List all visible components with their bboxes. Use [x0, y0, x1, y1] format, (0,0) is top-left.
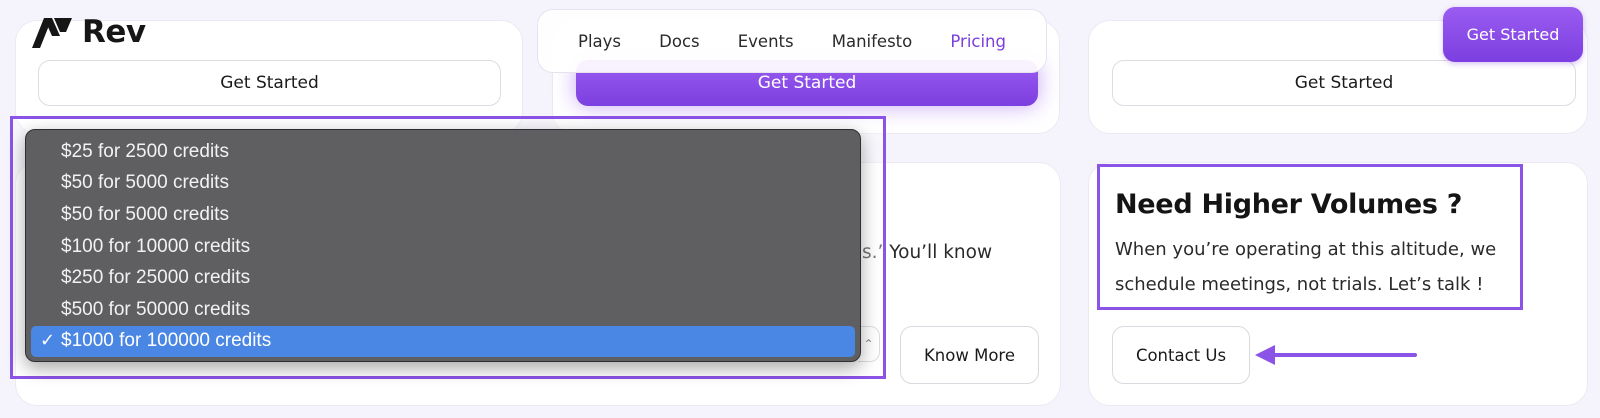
- enterprise-body-line-2: schedule meetings, not trials. Let’s tal…: [1115, 274, 1484, 295]
- credits-option-label: $50 for 5000 credits: [61, 203, 229, 225]
- nav-docs[interactable]: Docs: [659, 32, 699, 51]
- brand-name: Rev: [82, 14, 146, 50]
- contact-us-button[interactable]: Contact Us: [1112, 326, 1250, 384]
- enterprise-body-line-1: When you’re operating at this altitude, …: [1115, 239, 1497, 260]
- credits-dropdown-menu[interactable]: $25 for 2500 credits $50 for 5000 credit…: [25, 129, 861, 362]
- nav-plays[interactable]: Plays: [578, 32, 621, 51]
- credits-option-label: $50 for 5000 credits: [61, 172, 229, 194]
- rev-logo-icon: [32, 18, 72, 48]
- enterprise-title: Need Higher Volumes ?: [1115, 189, 1463, 220]
- credits-option[interactable]: $25 for 2500 credits: [31, 136, 855, 168]
- nav-pricing[interactable]: Pricing: [950, 32, 1006, 51]
- credits-option[interactable]: $250 for 25000 credits: [31, 262, 855, 294]
- credits-option-label: $250 for 25000 credits: [61, 267, 251, 289]
- plan-3-get-started-button[interactable]: Get Started: [1112, 60, 1576, 106]
- credits-option-label: $100 for 10000 credits: [61, 235, 251, 257]
- arrow-left-icon: [1255, 345, 1417, 365]
- header-get-started-button[interactable]: Get Started: [1443, 7, 1583, 62]
- enterprise-highlight: Need Higher Volumes ? When you’re operat…: [1097, 164, 1523, 310]
- brand-logo[interactable]: Rev: [30, 14, 146, 50]
- main-nav: Plays Docs Events Manifesto Pricing: [537, 9, 1047, 73]
- nav-manifesto[interactable]: Manifesto: [832, 32, 913, 51]
- credits-option[interactable]: $50 for 5000 credits: [31, 168, 855, 200]
- nav-events[interactable]: Events: [738, 32, 794, 51]
- credits-option-label: $25 for 2500 credits: [61, 140, 229, 162]
- credits-option-selected[interactable]: ✓ $1000 for 100000 credits: [31, 325, 855, 358]
- credits-option[interactable]: $500 for 50000 credits: [31, 294, 855, 326]
- credits-option[interactable]: $100 for 10000 credits: [31, 231, 855, 263]
- know-more-button[interactable]: Know More: [900, 326, 1039, 384]
- credits-option-label: $500 for 50000 credits: [61, 298, 251, 320]
- plan-1-get-started-button[interactable]: Get Started: [38, 60, 501, 106]
- credits-option[interactable]: $50 for 5000 credits: [31, 199, 855, 231]
- credits-option-label: $1000 for 100000 credits: [61, 330, 272, 352]
- checkmark-icon: ✓: [40, 329, 56, 351]
- enterprise-body: When you’re operating at this altitude, …: [1115, 232, 1520, 302]
